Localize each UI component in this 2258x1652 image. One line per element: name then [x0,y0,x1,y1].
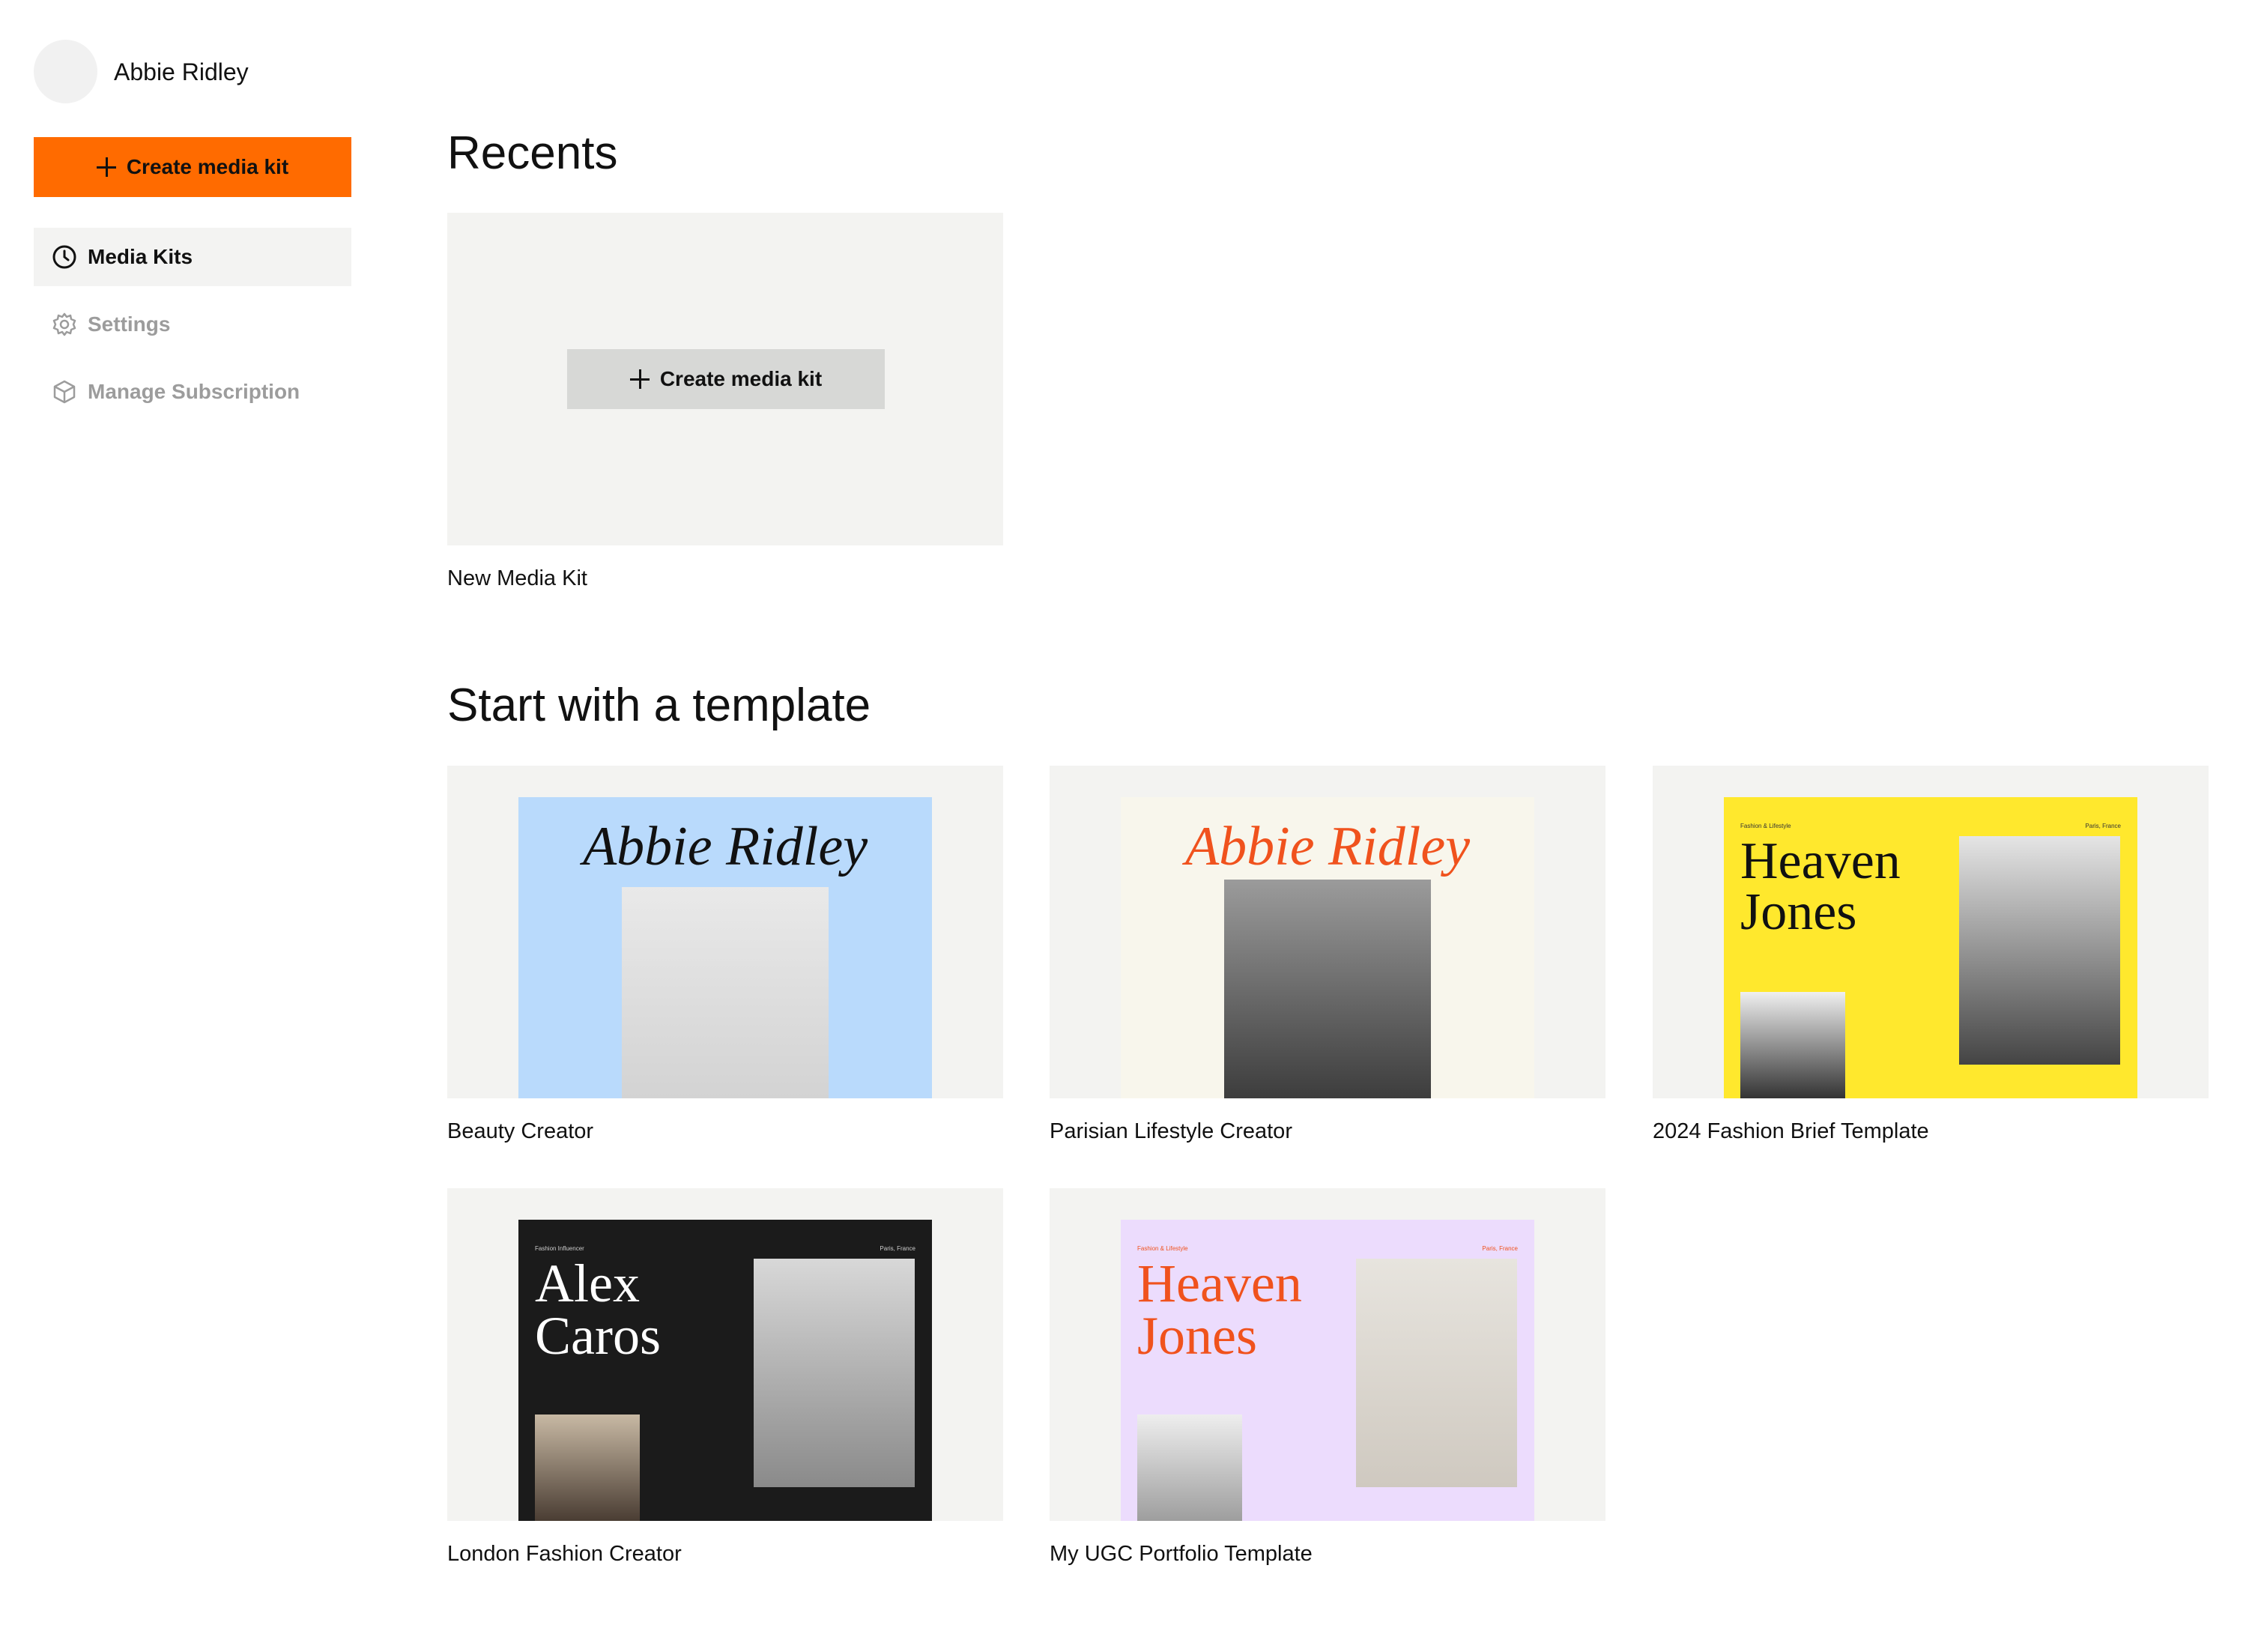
avatar[interactable] [34,40,97,103]
user-name: Abbie Ridley [114,58,249,85]
recent-create-media-kit-button[interactable]: Create media kit [567,349,885,409]
gear-icon [52,312,77,337]
sidebar-create-media-kit-button[interactable]: Create media kit [34,137,351,197]
plus-icon [629,369,650,389]
thumbnail-tag: Fashion & Lifestyle [1740,823,1791,829]
thumbnail-photo [1224,880,1431,1098]
thumbnail-photo [535,1415,640,1521]
template-label[interactable]: London Fashion Creator [447,1539,682,1569]
thumbnail-photo [1356,1259,1517,1487]
thumbnail-title: Abbie Ridley [582,816,868,877]
sidebar-create-label: Create media kit [126,155,289,178]
template-label[interactable]: My UGC Portfolio Template [1050,1539,1313,1569]
sidebar-item-label: Manage Subscription [88,380,300,403]
thumbnail-title: Abbie Ridley [1184,816,1471,877]
clock-icon [52,244,77,270]
thumbnail-location: Paris, France [880,1245,915,1252]
thumbnail-tag: Fashion & Lifestyle [1137,1245,1188,1252]
template-thumbnail: Abbie Ridley [1121,797,1534,1098]
thumbnail-photo [1959,836,2120,1065]
template-card-my-ugc-portfolio[interactable]: Fashion & Lifestyle Paris, France Heaven… [1050,1188,1605,1521]
template-thumbnail: Fashion & Lifestyle Paris, France Heaven… [1121,1220,1534,1521]
template-label[interactable]: 2024 Fashion Brief Template [1653,1116,1929,1146]
thumbnail-photo [754,1259,915,1487]
thumbnail-title: Heaven Jones [1137,1253,1302,1366]
thumbnail-title: Heaven Jones [1740,832,1901,941]
template-card-2024-fashion-brief[interactable]: Fashion & Lifestyle Paris, France Heaven… [1653,766,2209,1098]
recents-heading: Recents [447,127,618,179]
templates-heading: Start with a template [447,680,871,731]
thumbnail-photo [1137,1415,1242,1521]
thumbnail-location: Paris, France [1482,1245,1518,1252]
template-card-london-fashion-creator[interactable]: Fashion Influencer Paris, France Alex Ca… [447,1188,1003,1521]
sidebar-item-settings[interactable]: Settings [34,295,351,354]
thumbnail-location: Paris, France [2085,823,2121,829]
thumbnail-photo [1740,992,1845,1098]
template-card-beauty-creator[interactable]: Abbie Ridley [447,766,1003,1098]
plus-icon [96,157,116,177]
template-card-parisian-lifestyle-creator[interactable]: Abbie Ridley [1050,766,1605,1098]
template-thumbnail: Fashion & Lifestyle Paris, France Heaven… [1724,797,2137,1098]
template-thumbnail: Fashion Influencer Paris, France Alex Ca… [518,1220,932,1521]
sidebar-item-media-kits[interactable]: Media Kits [34,228,351,286]
template-label[interactable]: Parisian Lifestyle Creator [1050,1116,1292,1146]
template-thumbnail: Abbie Ridley [518,797,932,1098]
box-icon [52,379,77,405]
recent-create-label: Create media kit [659,367,823,390]
recent-card-label[interactable]: New Media Kit [447,563,587,593]
recent-card-new-media-kit[interactable]: Create media kit [447,213,1003,545]
sidebar-item-label: Settings [88,312,171,336]
thumbnail-photo [622,887,829,1098]
sidebar-item-label: Media Kits [88,245,193,268]
thumbnail-title: Alex Caros [535,1253,661,1366]
template-label[interactable]: Beauty Creator [447,1116,593,1146]
thumbnail-tag: Fashion Influencer [535,1245,584,1252]
sidebar-item-manage-subscription[interactable]: Manage Subscription [34,363,351,421]
